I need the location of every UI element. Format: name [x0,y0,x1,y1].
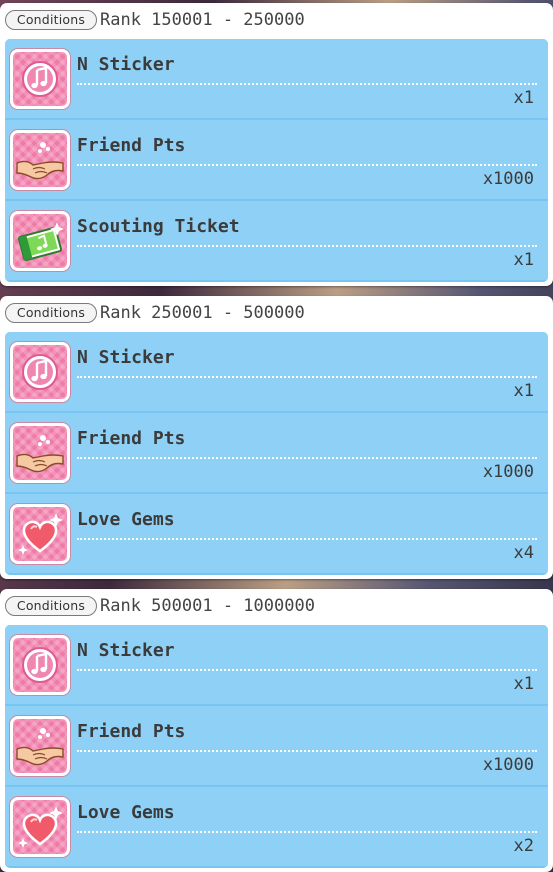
reward-row[interactable]: Love Gems x4 [5,494,548,573]
divider [77,376,537,378]
heart-gem-icon [10,797,70,857]
panel-header: Conditions Rank 150001 - 250000 [0,3,553,37]
reward-quantity: x1000 [482,169,534,189]
reward-row[interactable]: N Sticker x1 [5,625,548,704]
panel-header: Conditions Rank 500001 - 1000000 [0,589,553,623]
divider [77,245,537,247]
reward-name: Scouting Ticket [77,216,240,237]
reward-list: N Sticker x1 Friend Pts x1000 Love Gems … [5,625,548,868]
handshake-icon [10,716,70,776]
reward-quantity: x1000 [482,462,534,482]
rank-range-label: Rank 150001 - 250000 [100,10,305,30]
reward-list: N Sticker x1 Friend Pts x1000 Love Gems … [5,332,548,575]
reward-panel: Conditions Rank 500001 - 1000000 N Stick… [0,589,553,872]
rank-range-label: Rank 500001 - 1000000 [100,596,315,616]
reward-row[interactable]: Scouting Ticket x1 [5,201,548,280]
reward-name: Love Gems [77,509,175,530]
divider [77,831,537,833]
music-note-icon [10,342,70,402]
reward-quantity: x1000 [482,755,534,775]
handshake-icon [10,423,70,483]
music-note-icon [10,635,70,695]
reward-name: N Sticker [77,347,175,368]
scouting-ticket-icon [10,211,70,271]
reward-panel: Conditions Rank 250001 - 500000 N Sticke… [0,296,553,579]
reward-list: N Sticker x1 Friend Pts x1000 Scouting T… [5,39,548,282]
reward-row[interactable]: N Sticker x1 [5,39,548,118]
reward-row[interactable]: Friend Pts x1000 [5,120,548,199]
panel-header: Conditions Rank 250001 - 500000 [0,296,553,330]
music-note-icon [10,49,70,109]
divider [77,164,537,166]
conditions-badge[interactable]: Conditions [5,10,97,30]
reward-row[interactable]: N Sticker x1 [5,332,548,411]
reward-row[interactable]: Friend Pts x1000 [5,706,548,785]
reward-quantity: x1 [513,674,534,694]
reward-name: N Sticker [77,640,175,661]
divider [77,538,537,540]
conditions-badge[interactable]: Conditions [5,303,97,323]
reward-row[interactable]: Love Gems x2 [5,787,548,866]
reward-name: Friend Pts [77,135,186,156]
reward-name: Friend Pts [77,721,186,742]
rank-range-label: Rank 250001 - 500000 [100,303,305,323]
reward-quantity: x1 [513,250,534,270]
reward-name: Love Gems [77,802,175,823]
reward-quantity: x1 [513,88,534,108]
divider [77,669,537,671]
reward-row[interactable]: Friend Pts x1000 [5,413,548,492]
divider [77,457,537,459]
divider [77,83,537,85]
reward-panel: Conditions Rank 150001 - 250000 N Sticke… [0,3,553,286]
reward-quantity: x1 [513,381,534,401]
reward-quantity: x2 [513,836,534,856]
reward-name: N Sticker [77,54,175,75]
handshake-icon [10,130,70,190]
conditions-badge[interactable]: Conditions [5,596,97,616]
reward-quantity: x4 [513,543,534,563]
heart-gem-icon [10,504,70,564]
divider [77,750,537,752]
reward-name: Friend Pts [77,428,186,449]
